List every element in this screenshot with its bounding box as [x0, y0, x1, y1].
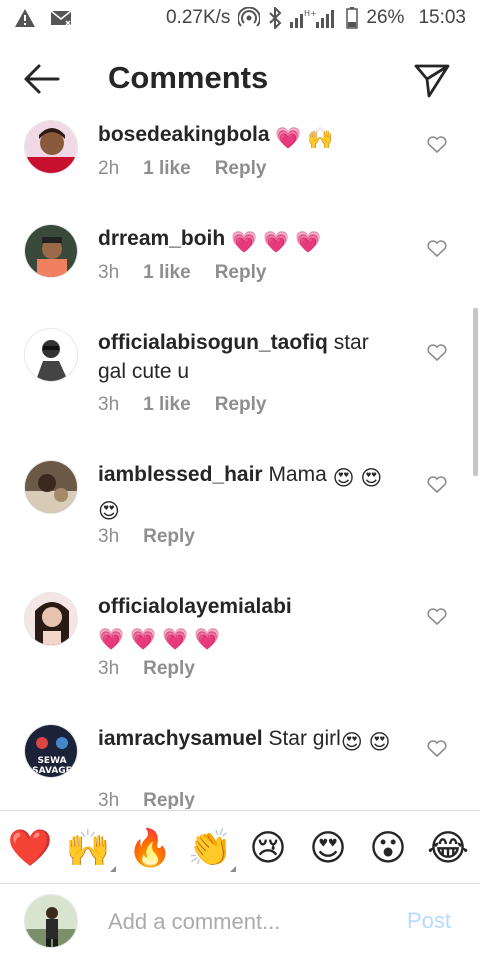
comment-username[interactable]: drream_boih: [98, 227, 225, 250]
page-title: Comments: [108, 60, 269, 95]
emoji: 😍: [368, 731, 391, 754]
avatar-badge-line2: SAVAGE: [32, 766, 72, 776]
bluetooth-icon: [268, 7, 282, 29]
comment-meta: 3h 1 like Reply: [98, 262, 266, 284]
comment-time: 3h: [98, 790, 120, 809]
emoji: 💗: [295, 231, 322, 254]
like-heart-icon[interactable]: [427, 740, 449, 760]
avatar[interactable]: [24, 120, 78, 174]
divider: [0, 810, 480, 811]
message-icon: [50, 9, 72, 27]
comment-username[interactable]: iamrachysamuel: [98, 727, 263, 750]
comments-list[interactable]: bosedeakingbola 💗 🙌 2h 1 like Reply drre…: [0, 112, 480, 809]
comment-input-bar: Post: [0, 884, 480, 960]
header: Comments: [0, 48, 480, 112]
comment-meta: 3h Reply: [98, 790, 195, 809]
comment-meta: 3h 1 like Reply: [98, 394, 266, 416]
comment-username[interactable]: officialolayemialabi: [98, 595, 292, 618]
reply-button[interactable]: Reply: [143, 790, 195, 809]
wifi-hotspot-icon: [238, 7, 261, 29]
emoji: 💗: [231, 231, 258, 254]
comment-meta: 3h Reply: [98, 658, 195, 680]
reply-button[interactable]: Reply: [215, 262, 267, 284]
fire-emoji-button[interactable]: 🔥: [128, 826, 173, 870]
battery-icon: [346, 7, 359, 29]
clapping-emoji-button[interactable]: 👏: [188, 826, 233, 870]
variant-indicator: [230, 866, 236, 872]
like-heart-icon[interactable]: [427, 136, 449, 156]
comment-text: bosedeakingbola 💗 🙌: [98, 120, 398, 153]
post-button[interactable]: Post: [407, 908, 451, 934]
crying-emoji-button[interactable]: 😢: [246, 826, 290, 870]
comment-text: officialabisogun_taofiq star gal cute u: [98, 328, 398, 386]
emoji: 🙌: [307, 127, 334, 150]
comment-time: 3h: [98, 394, 120, 415]
raised-hands-emoji-button[interactable]: 🙌: [66, 826, 111, 870]
emoji: 😍: [360, 467, 383, 490]
comment-text: iamblessed_hair Mama 😍 😍 😍: [98, 460, 398, 526]
emoji: 😍: [332, 467, 355, 490]
heart-eyes-emoji-button[interactable]: 😍: [306, 826, 350, 870]
surprised-emoji-button[interactable]: 😮: [366, 826, 410, 870]
emoji: 💗: [263, 231, 290, 254]
reply-button[interactable]: Reply: [143, 658, 195, 680]
comment-text: officialolayemialabi 💗 💗 💗 💗: [98, 592, 398, 654]
comment-body: Star girl: [268, 727, 341, 750]
comment-text: drream_boih 💗 💗 💗: [98, 224, 398, 257]
emoji: 💗: [130, 628, 157, 651]
comment-time: 3h: [98, 658, 120, 679]
avatar[interactable]: [24, 224, 78, 278]
comment-username[interactable]: iamblessed_hair: [98, 463, 263, 486]
emoji: 💗: [275, 127, 302, 150]
like-heart-icon[interactable]: [427, 240, 449, 260]
comment-time: 2h: [98, 158, 120, 179]
clock: 15:03: [418, 7, 466, 28]
battery-percent: 26%: [366, 7, 405, 28]
avatar[interactable]: [24, 460, 78, 514]
reply-button[interactable]: Reply: [215, 158, 267, 180]
reply-button[interactable]: Reply: [215, 394, 267, 416]
net-speed: 0.27K/s: [165, 7, 231, 28]
emoji: 💗: [98, 628, 125, 651]
emoji: 💗: [162, 628, 189, 651]
emoji: 💗: [194, 628, 221, 651]
emoji-reaction-bar: ❤️ 🙌 🔥 👏 😢 😍 😮 😂: [0, 820, 480, 878]
status-bar: 0.27K/s H+ 26% 15:03: [0, 0, 480, 36]
warning-icon: [14, 8, 36, 28]
like-heart-icon[interactable]: [427, 344, 449, 364]
paper-plane-icon[interactable]: [412, 60, 452, 100]
emoji: 😍: [98, 500, 120, 523]
avatar[interactable]: [24, 328, 78, 382]
likes-count[interactable]: 1 like: [143, 394, 191, 416]
comment-input[interactable]: [108, 904, 388, 940]
comment-meta: 2h 1 like Reply: [98, 158, 266, 180]
reply-button[interactable]: Reply: [143, 526, 195, 548]
likes-count[interactable]: 1 like: [143, 262, 191, 284]
current-user-avatar: [24, 894, 78, 948]
comment-time: 3h: [98, 526, 120, 547]
comment-time: 3h: [98, 262, 120, 283]
avatar[interactable]: SEWA SAVAGE: [24, 724, 78, 778]
heart-emoji-button[interactable]: ❤️: [8, 826, 53, 870]
scrollbar[interactable]: [473, 308, 478, 476]
comment-username[interactable]: bosedeakingbola: [98, 123, 270, 146]
signal-icon: H+: [290, 8, 338, 28]
svg-text:H+: H+: [304, 9, 317, 18]
like-heart-icon[interactable]: [427, 608, 449, 628]
variant-indicator: [110, 866, 116, 872]
laughing-emoji-button[interactable]: 😂: [426, 826, 470, 870]
avatar-badge-line1: SEWA: [37, 756, 66, 766]
avatar[interactable]: [24, 592, 78, 646]
comment-username[interactable]: officialabisogun_taofiq: [98, 331, 328, 354]
emoji: 😍: [340, 731, 363, 754]
comment-text: iamrachysamuel Star girl😍 😍: [98, 724, 398, 757]
comment-meta: 3h Reply: [98, 526, 195, 548]
arrow-left-icon[interactable]: [22, 62, 62, 96]
like-heart-icon[interactable]: [427, 476, 449, 496]
comment-body: Mama: [268, 463, 327, 486]
likes-count[interactable]: 1 like: [143, 158, 191, 180]
